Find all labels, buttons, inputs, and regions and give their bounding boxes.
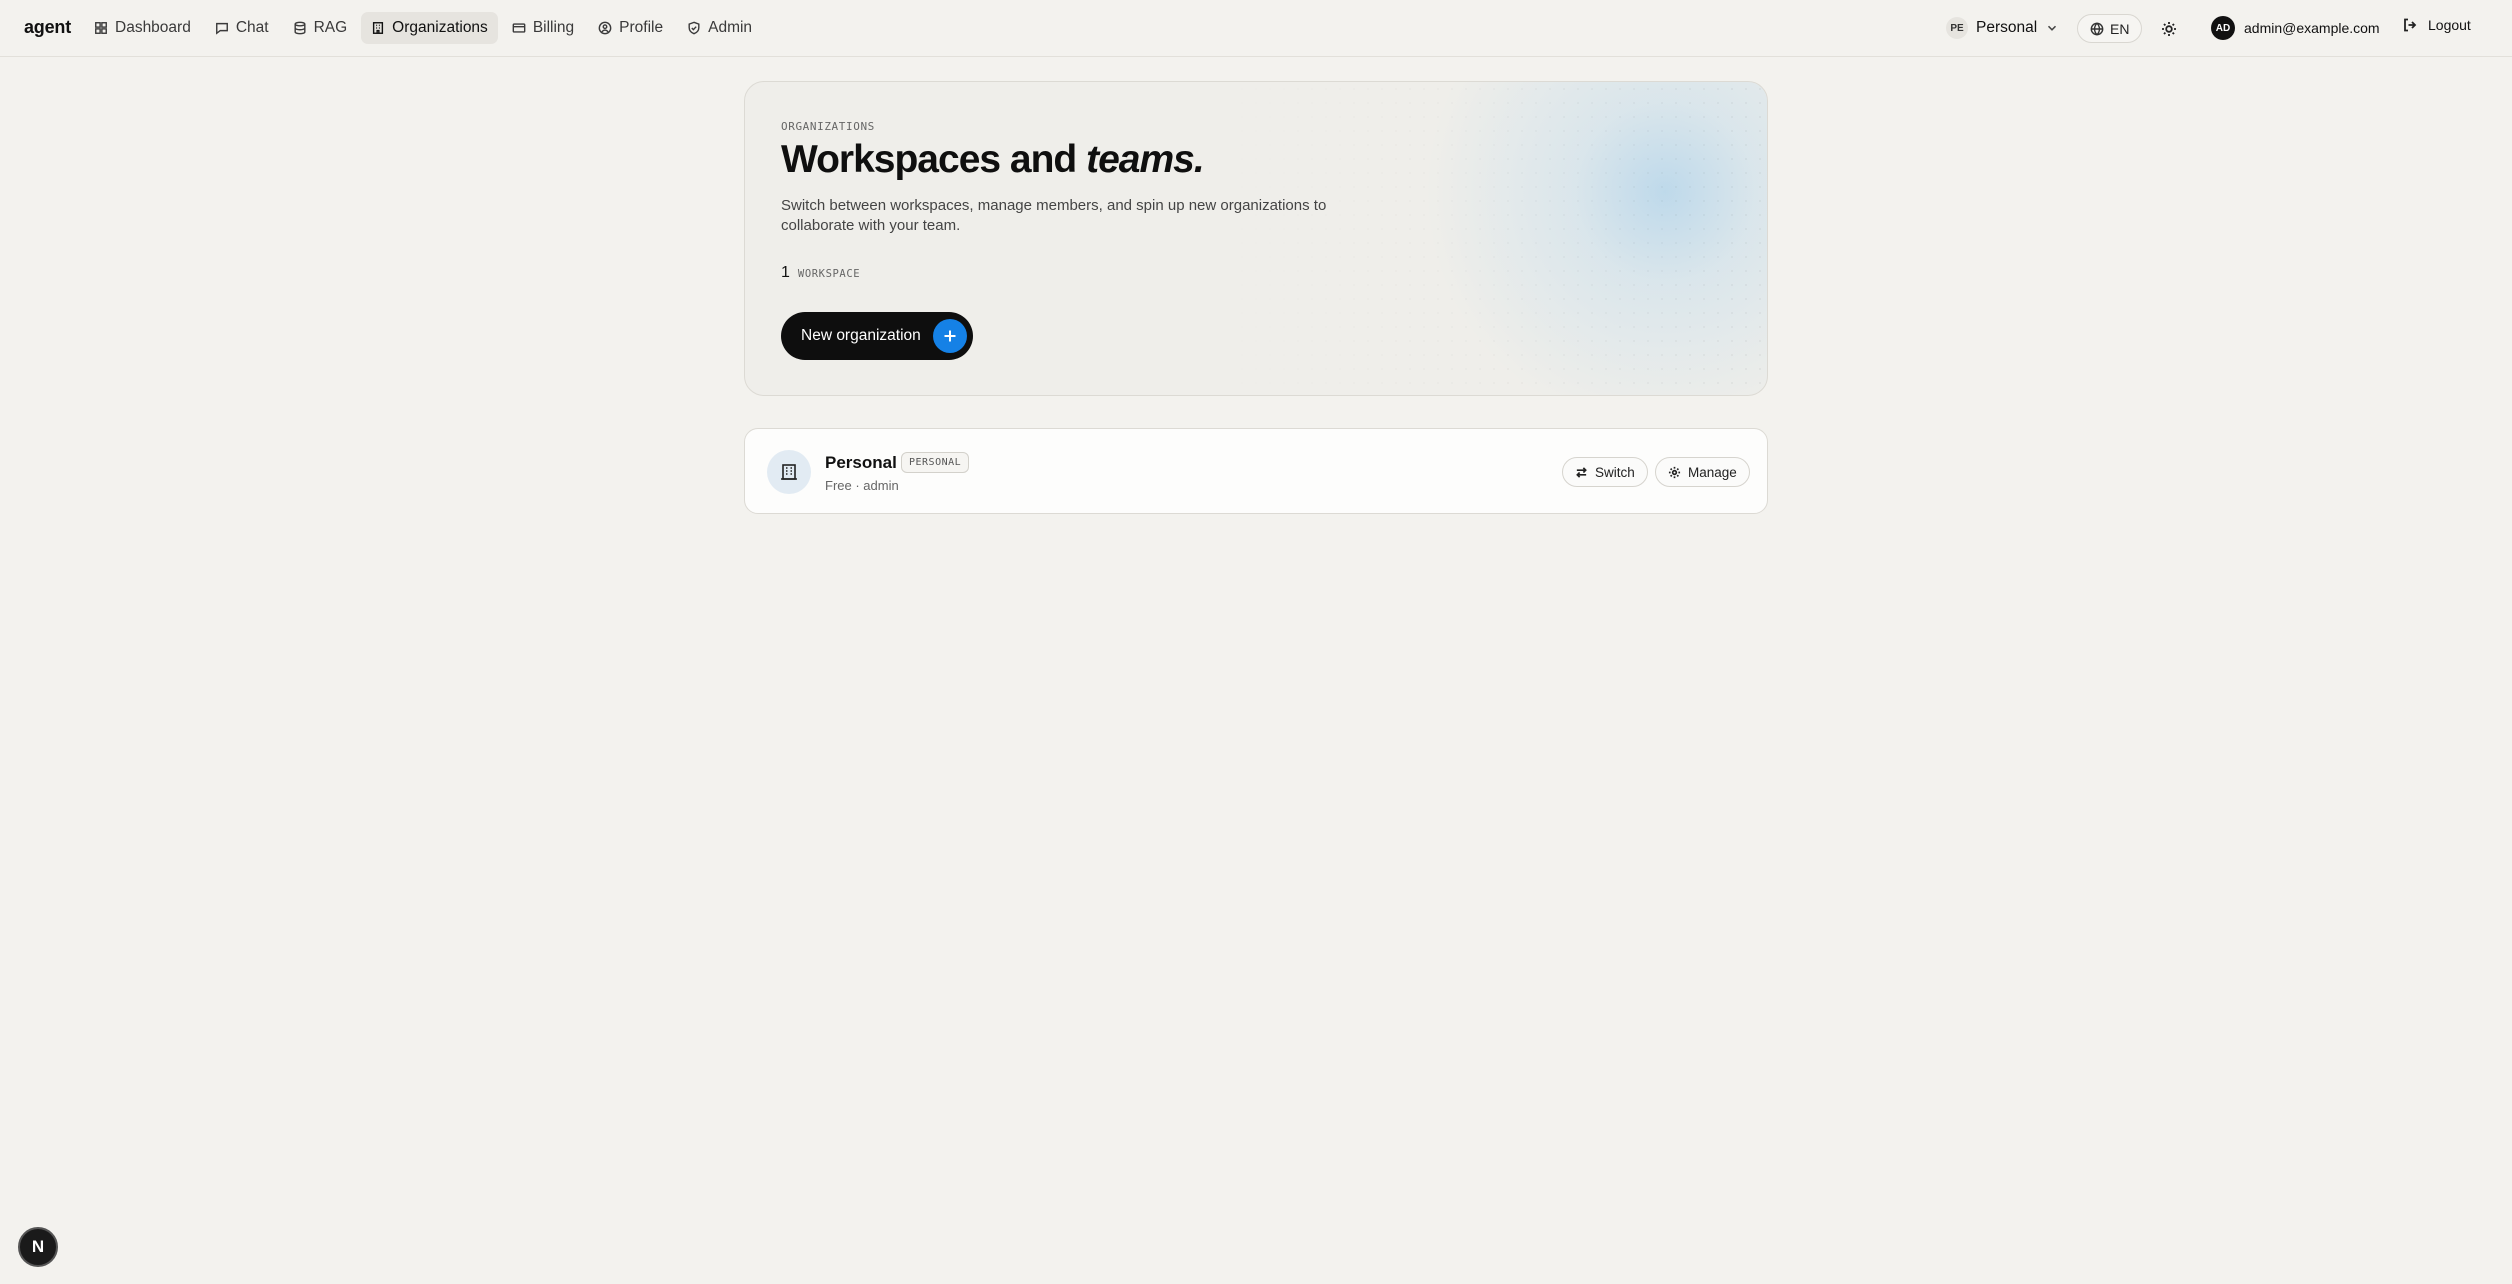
grid-icon — [95, 22, 107, 34]
logout-icon — [2404, 18, 2417, 32]
page-title-main: Workspaces and — [781, 138, 1087, 181]
avatar: AD — [2211, 16, 2235, 40]
nav-item-admin[interactable]: Admin — [677, 12, 762, 44]
hero-dot-pattern — [1207, 82, 1767, 395]
nav-item-label: Billing — [532, 19, 575, 36]
gear-icon — [1668, 466, 1681, 478]
globe-icon — [2090, 21, 2104, 36]
swap-arrows-icon — [1576, 466, 1587, 478]
workspace-count-label: WORKSPACE — [797, 268, 861, 280]
theme-toggle-button[interactable] — [2157, 17, 2181, 41]
nav-item-rag[interactable]: RAG — [283, 12, 358, 44]
chevron-down-icon — [2048, 25, 2057, 31]
workspace-switcher[interactable]: PE Personal — [1946, 15, 2059, 41]
workspace-type-badge: PERSONAL — [901, 452, 970, 473]
language-label: EN — [2110, 20, 2130, 37]
workspace-count-number: 1 — [781, 264, 790, 281]
database-icon — [294, 21, 306, 35]
manage-workspace-button[interactable]: Manage — [1655, 457, 1750, 487]
user-menu[interactable]: AD admin@example.com — [2211, 16, 2380, 40]
logout-label: Logout — [2428, 17, 2471, 33]
building-icon — [767, 450, 811, 494]
organizations-hero: ORGANIZATIONS Workspaces and teams. Swit… — [744, 81, 1768, 396]
sun-icon — [2162, 22, 2176, 36]
main-nav: Dashboard Chat RAG Organizations Billing… — [84, 12, 762, 44]
chat-icon — [215, 22, 228, 35]
logout-button[interactable]: Logout — [2402, 17, 2471, 33]
workspace-meta: Free · admin — [825, 478, 899, 493]
nav-item-profile[interactable]: Profile — [588, 12, 673, 44]
workspace-badge: PE — [1946, 17, 1968, 39]
user-email: admin@example.com — [2244, 20, 2380, 36]
workspace-count: 1 WORKSPACE — [781, 264, 860, 282]
nav-item-organizations[interactable]: Organizations — [361, 12, 498, 44]
nav-item-label: Admin — [708, 19, 753, 36]
nav-item-chat[interactable]: Chat — [205, 12, 279, 44]
nav-item-label: Dashboard — [115, 19, 191, 36]
workspace-switcher-label: Personal — [1976, 19, 2038, 36]
credit-card-icon — [512, 23, 526, 33]
nav-item-dashboard[interactable]: Dashboard — [84, 12, 201, 44]
plus-icon — [932, 319, 967, 353]
language-button[interactable]: EN — [2077, 14, 2143, 43]
page-title-emphasis: teams. — [1086, 138, 1205, 181]
building-icon — [373, 22, 384, 34]
nav-item-billing[interactable]: Billing — [502, 12, 584, 44]
top-nav-bar: agent Dashboard Chat RAG Organizations B… — [0, 0, 2512, 57]
switch-label: Switch — [1595, 464, 1635, 480]
dev-tools-badge[interactable]: N — [18, 1227, 58, 1267]
brand-logo[interactable]: agent — [24, 17, 71, 38]
hero-eyebrow: ORGANIZATIONS — [781, 120, 875, 133]
nav-item-label: Chat — [235, 19, 269, 36]
shield-icon — [688, 21, 700, 35]
nav-item-label: Profile — [619, 19, 664, 36]
page-title: Workspaces and teams. — [781, 138, 1205, 182]
nav-item-label: RAG — [313, 19, 348, 36]
hero-description: Switch between workspaces, manage member… — [781, 197, 1327, 234]
switch-workspace-button[interactable]: Switch — [1562, 457, 1648, 487]
workspace-name: Personal — [825, 453, 897, 472]
workspace-row: Personal PERSONAL Free · admin Switch Ma… — [744, 428, 1768, 514]
nav-item-label: Organizations — [392, 19, 488, 36]
user-circle-icon — [598, 21, 612, 35]
new-organization-button[interactable]: New organization — [781, 312, 973, 360]
new-organization-label: New organization — [801, 327, 921, 344]
manage-label: Manage — [1688, 464, 1737, 480]
